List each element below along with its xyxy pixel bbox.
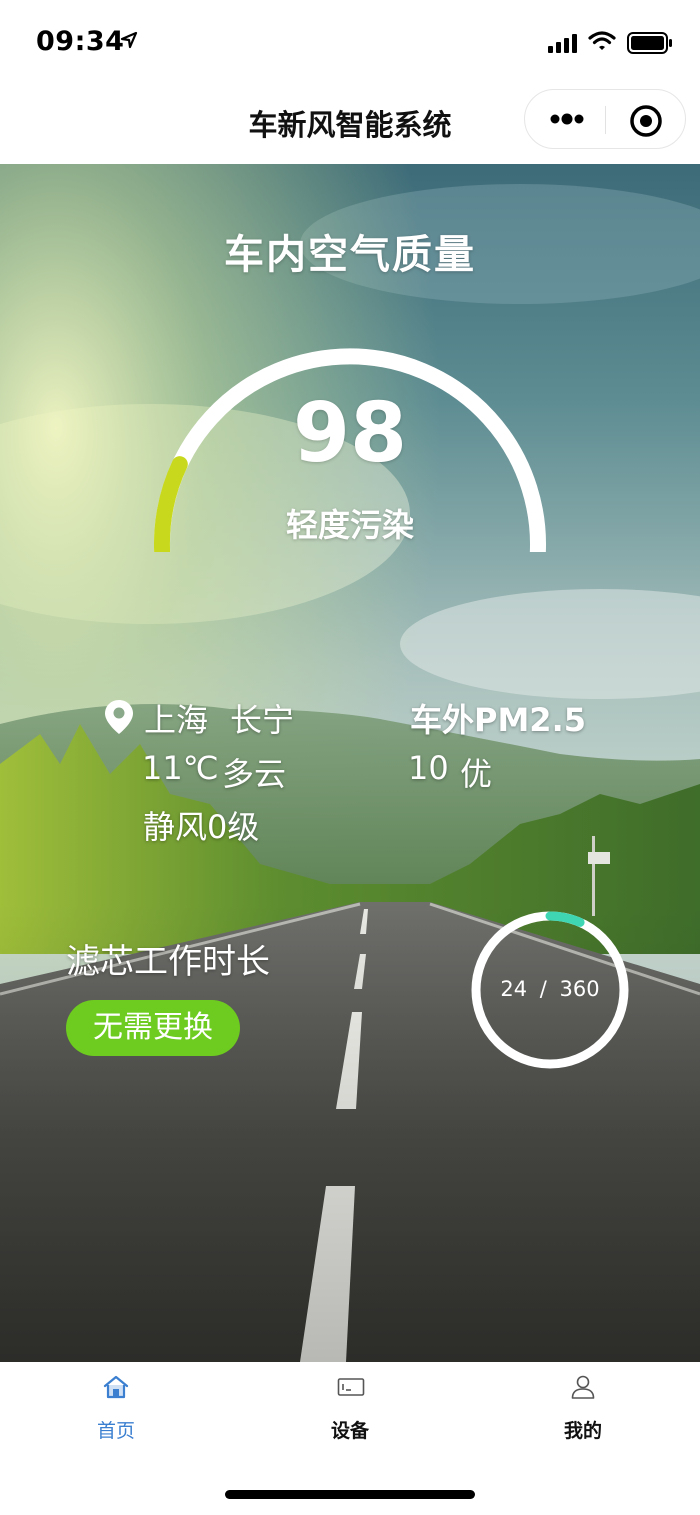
status-time: 09:34 [36,26,125,57]
air-quality-value: 98 [292,386,408,481]
filter-used-hours: 24 [500,977,528,1001]
tab-profile-label: 我的 [563,1420,602,1442]
location-arrow-icon [120,31,138,49]
capsule-divider [605,106,606,134]
filter-duration-label: 滤芯工作时长 [66,942,270,982]
tab-device-label: 设备 [330,1420,369,1442]
outdoor-pm25-value: 10 [408,749,449,787]
tab-profile[interactable]: 我的 [513,1374,653,1444]
mini-program-capsule [524,89,686,149]
air-quality-panel: 车内空气质量 98 轻度污染 上海 长宁 11℃ 多云 静风0级 车外PM2.5… [0,164,700,1362]
cellular-signal-icon [548,34,577,53]
navigation-bar: 车新风智能系统 [0,82,700,164]
filter-separator: / [539,977,547,1001]
ring-progress [545,911,585,927]
status-bar: 09:34 [0,0,700,82]
tab-home-label: 首页 [96,1420,135,1442]
air-quality-level: 轻度污染 [285,506,414,544]
home-indicator [225,1490,475,1499]
city-label: 上海 [144,701,209,739]
close-mini-program-icon[interactable] [629,104,663,138]
wind-label: 静风0级 [143,808,260,846]
device-icon [337,1378,365,1396]
more-options-icon[interactable] [549,110,585,128]
outdoor-pm25-label: 车外PM2.5 [410,701,586,739]
wifi-icon [588,31,616,50]
location-pin-icon [105,700,133,734]
outdoor-pm25-grade: 优 [460,755,493,793]
tab-device[interactable]: 设备 [280,1374,420,1444]
tab-home[interactable]: 首页 [46,1374,186,1444]
filter-total-hours: 360 [559,977,600,1001]
district-label: 长宁 [230,701,295,739]
filter-status-badge: 无需更换 [66,1000,240,1056]
battery-icon [627,32,672,54]
temperature-label: 11℃ [142,749,219,787]
air-quality-title: 车内空气质量 [224,232,476,278]
weather-condition-label: 多云 [222,755,287,793]
profile-icon [571,1375,595,1399]
home-icon [103,1375,129,1399]
filter-usage-text: 24 / 360 [470,977,630,1001]
